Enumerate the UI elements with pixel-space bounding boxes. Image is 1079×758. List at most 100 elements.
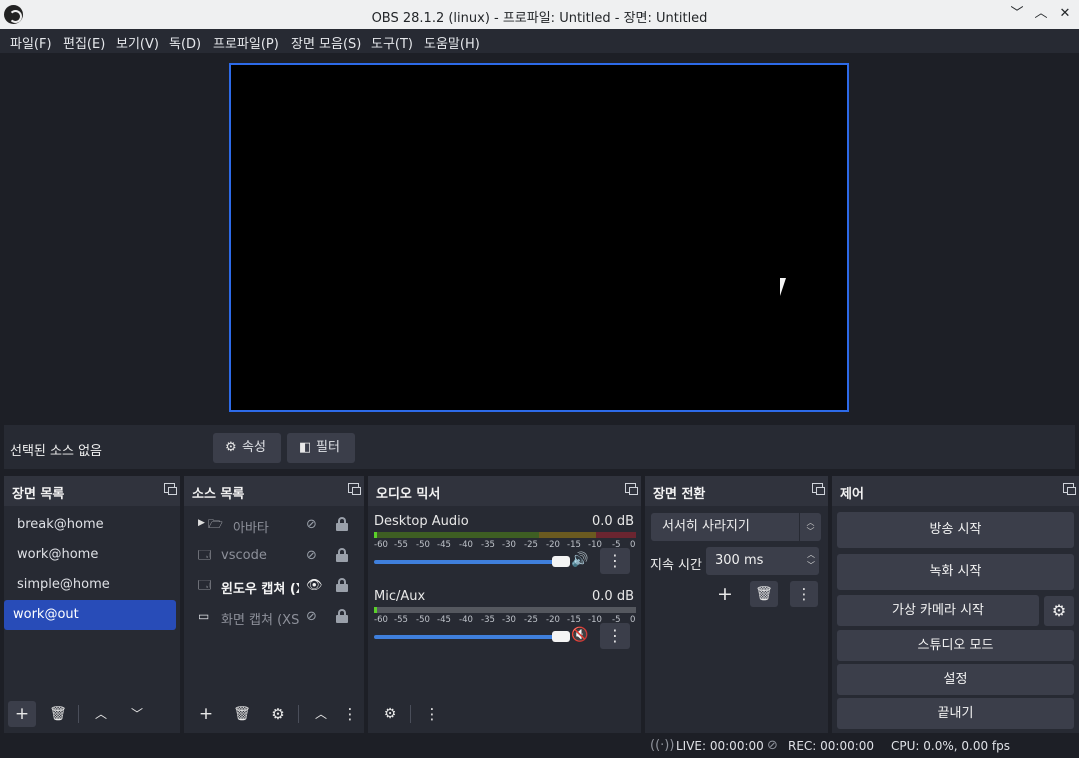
menu-help[interactable]: 도움말(H) xyxy=(424,33,480,52)
channel-db: 0.0 dB xyxy=(592,589,634,604)
undock-icon[interactable] xyxy=(625,483,638,495)
add-scene-button[interactable]: + xyxy=(8,701,36,727)
scene-item[interactable]: simple@home xyxy=(8,570,180,600)
slider-handle[interactable] xyxy=(552,631,570,642)
transition-more-button[interactable]: ⋮ xyxy=(790,581,818,607)
scale-tick: 0 xyxy=(630,540,636,550)
remove-source-button[interactable]: 🗑 xyxy=(228,701,256,727)
scene-item[interactable]: break@home xyxy=(8,510,180,540)
scene-item[interactable]: work@home xyxy=(8,540,180,570)
start-virtual-camera-button[interactable]: 가상 카메라 시작 xyxy=(837,595,1039,626)
menu-scene-collection[interactable]: 장면 모음(S) xyxy=(291,33,361,52)
slider-handle[interactable] xyxy=(552,556,570,567)
expand-arrow-icon[interactable]: ▶ xyxy=(198,518,205,528)
hidden-eye-icon[interactable]: ⊘ xyxy=(306,609,317,624)
mixer-channel-mic: Mic/Aux 0.0 dB -60 -55 -50 -45 -40 -35 -… xyxy=(374,589,636,649)
volume-slider[interactable] xyxy=(374,556,570,567)
remove-scene-button[interactable]: 🗑 xyxy=(44,701,72,727)
mixer-more-button[interactable]: ⋮ xyxy=(418,701,446,727)
no-source-label: 선택된 소스 없음 xyxy=(10,444,102,459)
undock-icon[interactable] xyxy=(164,483,177,495)
volume-slider[interactable] xyxy=(374,631,570,642)
lock-icon[interactable] xyxy=(336,517,348,531)
undock-icon[interactable] xyxy=(1063,483,1076,495)
meter-level xyxy=(374,532,377,538)
channel-db: 0.0 dB xyxy=(592,514,634,529)
move-scene-down-button[interactable]: ﹀ xyxy=(123,701,151,727)
scale-tick: -30 xyxy=(502,540,516,550)
add-transition-button[interactable]: + xyxy=(711,581,739,607)
scale-tick: -55 xyxy=(394,615,408,625)
lock-icon[interactable] xyxy=(336,578,348,592)
scale-tick: -45 xyxy=(437,540,451,550)
start-streaming-button[interactable]: 방송 시작 xyxy=(837,512,1074,548)
controls-dock-header: 제어 xyxy=(832,476,1079,506)
maximize-button[interactable]: ︿ xyxy=(1031,4,1051,24)
monitor-icon: ▭ xyxy=(198,609,210,623)
scale-tick: -60 xyxy=(374,540,388,550)
exit-button[interactable]: 끝내기 xyxy=(837,698,1074,729)
menu-edit[interactable]: 편집(E) xyxy=(63,33,105,52)
folder-icon: 🗁 xyxy=(208,517,223,531)
source-more-button[interactable]: ⋮ xyxy=(340,701,360,727)
source-properties-button[interactable]: ⚙ xyxy=(264,701,292,727)
scale-tick: -60 xyxy=(374,615,388,625)
menu-view[interactable]: 보기(V) xyxy=(116,33,159,52)
hidden-eye-icon[interactable]: ⊘ xyxy=(306,517,317,532)
move-source-up-button[interactable]: ︿ xyxy=(307,701,335,727)
scene-item-active[interactable]: work@out xyxy=(4,600,176,630)
spin-arrows-icon[interactable]: ︿ ﹀ xyxy=(807,549,815,571)
rec-signal-icon: ⊘ xyxy=(767,738,778,753)
hidden-eye-icon[interactable]: ⊘ xyxy=(306,548,317,563)
move-scene-up-button[interactable]: ︿ xyxy=(87,701,115,727)
channel-menu-button[interactable]: ⋮ xyxy=(600,548,630,574)
undock-icon[interactable] xyxy=(348,483,361,495)
scenes-dock-title: 장면 목록 xyxy=(12,487,65,502)
visible-eye-icon[interactable]: 👁 xyxy=(306,578,323,593)
source-row[interactable]: 🗔 윈도우 캡쳐 (X 👁 xyxy=(188,571,364,601)
status-bar: ((·)) LIVE: 00:00:00 ⊘ REC: 00:00:00 CPU… xyxy=(0,735,1079,758)
filters-button[interactable]: ◧ 필터 xyxy=(287,433,355,463)
mixer-channel-desktop: Desktop Audio 0.0 dB -60 -55 -50 -45 -40… xyxy=(374,514,636,574)
minimize-button[interactable]: ﹀ xyxy=(1007,4,1027,24)
sources-dock-header: 소스 목록 xyxy=(184,476,364,506)
virtual-camera-settings-gear-icon[interactable]: ⚙ xyxy=(1044,596,1074,626)
close-button[interactable]: ✕ xyxy=(1055,4,1075,24)
lock-icon[interactable] xyxy=(336,609,348,623)
window-icon: 🗔 xyxy=(198,548,212,562)
properties-button[interactable]: ⚙ 속성 xyxy=(213,433,281,463)
preview-canvas[interactable] xyxy=(229,63,849,412)
source-row[interactable]: 🗔 vscode ⊘ xyxy=(188,541,364,571)
scale-tick: -25 xyxy=(524,540,538,550)
scale-tick: -35 xyxy=(481,615,495,625)
remove-transition-button[interactable]: 🗑 xyxy=(750,581,778,607)
menu-file[interactable]: 파일(F) xyxy=(10,33,52,52)
scale-tick: -20 xyxy=(546,615,560,625)
source-row[interactable]: ▶ 🗁 아바타 ⊘ xyxy=(188,510,364,540)
speaker-icon[interactable]: 🔊 xyxy=(571,552,588,568)
transition-select[interactable]: 서서히 사라지기 ︿ ﹀ xyxy=(651,513,821,541)
source-context-bar: 선택된 소스 없음 ⚙ 속성 ◧ 필터 xyxy=(4,425,1075,469)
menu-profile[interactable]: 프로파일(P) xyxy=(213,33,279,52)
scenes-dock-header: 장면 목록 xyxy=(4,476,180,506)
settings-button[interactable]: 설정 xyxy=(837,664,1074,695)
menu-dock[interactable]: 독(D) xyxy=(169,33,201,52)
controls-dock-title: 제어 xyxy=(840,487,864,502)
channel-name: Desktop Audio xyxy=(374,514,469,529)
source-row[interactable]: ▭ 화면 캡쳐 (XSh ⊘ xyxy=(188,602,364,632)
live-status: LIVE: 00:00:00 xyxy=(676,739,764,753)
start-recording-button[interactable]: 녹화 시작 xyxy=(837,554,1074,590)
cpu-status: CPU: 0.0%, 0.00 fps xyxy=(891,739,1010,753)
lock-icon[interactable] xyxy=(336,548,348,562)
muted-speaker-icon[interactable]: 🔇 xyxy=(571,627,588,643)
studio-mode-button[interactable]: 스튜디오 모드 xyxy=(837,630,1074,661)
undock-icon[interactable] xyxy=(812,483,825,495)
channel-menu-button[interactable]: ⋮ xyxy=(600,623,630,649)
menu-tools[interactable]: 도구(T) xyxy=(371,33,413,52)
add-source-button[interactable]: + xyxy=(192,701,220,727)
advanced-audio-button[interactable]: ⚙ xyxy=(376,701,404,727)
meter-scale: -60 -55 -50 -45 -40 -35 -30 -25 -20 -15 … xyxy=(374,540,636,550)
duration-spinbox[interactable]: 300 ms ︿ ﹀ xyxy=(706,547,819,575)
channel-name: Mic/Aux xyxy=(374,589,426,604)
menu-bar: 파일(F) 편집(E) 보기(V) 독(D) 프로파일(P) 장면 모음(S) … xyxy=(0,29,1079,53)
